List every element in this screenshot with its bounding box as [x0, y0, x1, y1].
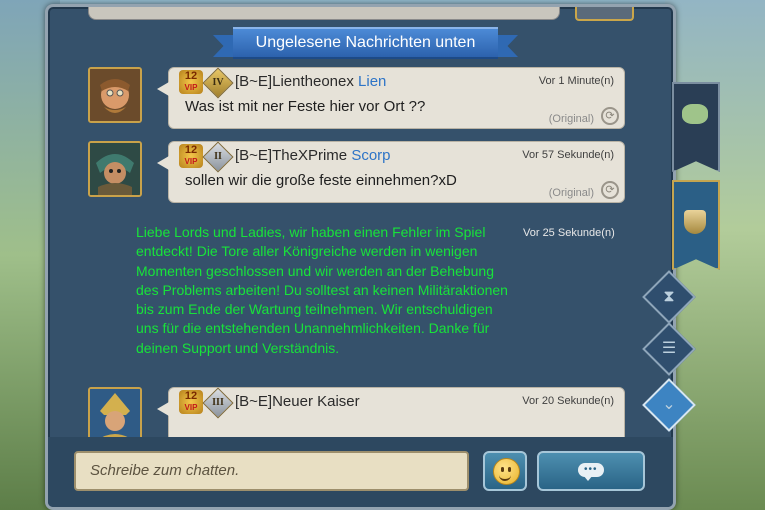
emoji-button[interactable] [483, 451, 527, 491]
vip-level: 12 [184, 390, 198, 402]
translate-icon[interactable]: ⟳ [601, 181, 619, 199]
unread-messages-banner[interactable]: Ungelesene Nachrichten unten [213, 27, 518, 59]
avatar[interactable] [88, 67, 142, 123]
rank-badge: III [202, 387, 234, 419]
vip-label: VIP [184, 83, 198, 92]
rank-badge: II [202, 141, 234, 173]
chevron-down-icon: ⌄ [662, 396, 676, 413]
system-message-time: Vor 25 Sekunde(n) [523, 227, 615, 239]
bubble-dots: ••• [584, 464, 598, 475]
map-banner-icon [682, 104, 708, 124]
vip-level: 12 [184, 144, 198, 156]
sender-title: Lien [358, 73, 387, 90]
chat-input[interactable]: Schreibe zum chatten. [74, 451, 469, 491]
vip-badge: 12 VIP [179, 70, 203, 94]
original-label: (Original) [548, 113, 594, 125]
chat-panel: Ungelesene Nachrichten unten 12 VIP IV [… [45, 4, 676, 510]
message-time: Vor 1 Minute(n) [538, 75, 614, 87]
sender-label: [B~E]Neuer Kaiser [235, 393, 360, 410]
sender-name[interactable]: [B~E]Lientheonex Lien [235, 73, 386, 90]
sender-name[interactable]: [B~E]Neuer Kaiser [235, 393, 360, 410]
avatar[interactable] [88, 387, 142, 443]
message-time: Vor 57 Sekunde(n) [522, 149, 614, 161]
message-text: sollen wir die große feste einnehmen?xD [185, 172, 457, 189]
message-bubble: 12 VIP II [B~E]TheXPrime Scorp Vor 57 Se… [157, 141, 625, 203]
sender-label: [B~E]TheXPrime [235, 147, 348, 164]
sender-name[interactable]: [B~E]TheXPrime Scorp [235, 147, 391, 164]
vip-level: 12 [184, 70, 198, 82]
rank-label: III [212, 397, 224, 408]
rank-label: IV [212, 77, 224, 88]
vip-label: VIP [184, 157, 198, 166]
vip-label: VIP [184, 403, 198, 412]
previous-message-edge [88, 7, 560, 20]
message-bubble: 12 VIP IV [B~E]Lientheonex Lien Vor 1 Mi… [157, 67, 625, 129]
rank-label: II [214, 151, 222, 162]
original-label: (Original) [548, 187, 594, 199]
guild-banner-tab[interactable] [672, 180, 720, 270]
system-message-text: Liebe Lords und Ladies, wir haben einen … [136, 224, 508, 356]
vip-badge: 12 VIP [179, 390, 203, 414]
sender-label: [B~E]Lientheonex [235, 73, 354, 90]
vip-badge: 12 VIP [179, 144, 203, 168]
smiley-icon [493, 458, 520, 485]
chat-input-bar: Schreibe zum chatten. ••• [48, 437, 673, 507]
message-time: Vor 20 Sekunde(n) [522, 395, 614, 407]
guild-emblem-icon [684, 210, 706, 234]
rank-badge: IV [202, 67, 234, 99]
hourglass-icon: ⧗ [663, 288, 675, 305]
sender-title: Scorp [351, 147, 391, 164]
avatar[interactable] [88, 141, 142, 197]
map-banner-tab[interactable] [672, 82, 720, 172]
list-icon: ☰ [661, 340, 677, 357]
message-text: Was ist mit ner Feste hier vor Ort ?? [185, 98, 426, 115]
unread-banner-label: Ungelesene Nachrichten unten [233, 27, 498, 59]
send-button[interactable]: ••• [537, 451, 645, 491]
previous-avatar-edge [575, 7, 634, 21]
translate-icon[interactable]: ⟳ [601, 107, 619, 125]
